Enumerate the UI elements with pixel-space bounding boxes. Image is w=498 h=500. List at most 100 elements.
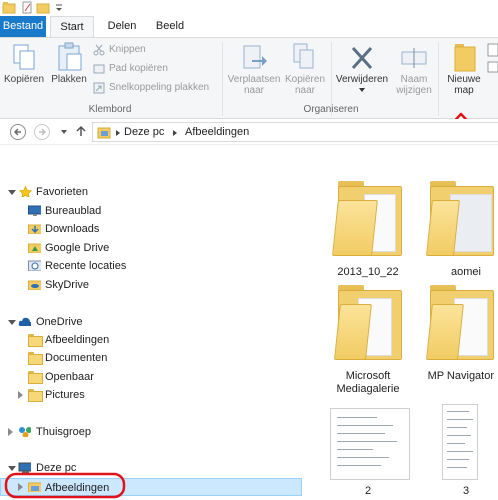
arrow-left-icon: [13, 128, 21, 136]
paste-button[interactable]: Plakken: [48, 42, 90, 85]
paste-shortcut-label: Snelkoppeling plakken: [109, 82, 210, 93]
ribbon: Kopiëren Plakken Knippen Pad kopiëren Sn…: [0, 37, 498, 119]
nav-item-onedrive-pictures-en[interactable]: Pictures: [0, 386, 300, 404]
file-name: Microsoft Mediagalerie: [336, 370, 400, 395]
copy-to-label-1: Kopiëren: [284, 74, 326, 85]
breadcrumb-this-pc[interactable]: Deze pc: [124, 126, 164, 138]
onedrive-cloud-icon: [18, 317, 31, 326]
file-item-2[interactable]: 2: [318, 404, 418, 500]
address-field[interactable]: Deze pc Afbeeldingen: [92, 122, 498, 142]
ribbon-tabs: Bestand Start Delen Beeld: [0, 16, 498, 38]
move-to-button[interactable]: Verplaatsen naar: [226, 42, 282, 96]
nav-item-label: SkyDrive: [45, 279, 90, 291]
file-name: 3: [462, 485, 470, 497]
back-button[interactable]: [10, 124, 26, 140]
paste-shortcut-button[interactable]: Snelkoppeling plakken: [93, 80, 209, 96]
file-name: aomei: [451, 266, 481, 278]
folder-icon: [28, 389, 43, 402]
up-arrow-icon[interactable]: [74, 124, 88, 138]
new-item-icon[interactable]: [486, 40, 498, 78]
new-folder-button[interactable]: Nieuwe map: [441, 42, 487, 96]
file-item-microsoft-mediagalerie[interactable]: Microsoft Mediagalerie: [318, 285, 418, 396]
nav-item-label: Pictures: [45, 389, 85, 401]
nav-item-label: Recente locaties: [45, 260, 127, 272]
rename-button[interactable]: Naam wijzigen: [392, 42, 436, 96]
clipboard-group-label: Klembord: [88, 104, 132, 115]
delete-button[interactable]: Verwijderen: [332, 42, 392, 96]
google-drive-icon: [28, 243, 41, 253]
file-name: MP Navigator E: [427, 370, 498, 382]
chevron-down-icon: [359, 88, 365, 92]
nav-favorites[interactable]: Favorieten: [0, 183, 300, 201]
file-item-mp-navigator[interactable]: MP Navigator E: [416, 285, 498, 396]
tab-view[interactable]: Beeld: [148, 16, 192, 37]
skydrive-icon: [28, 280, 41, 290]
homegroup-icon: [19, 427, 31, 437]
nav-homegroup[interactable]: Thuisgroep: [0, 423, 300, 441]
nav-item-label: Documenten: [45, 352, 108, 364]
file-item-3[interactable]: 3: [416, 404, 498, 500]
rename-label-2: wijzigen: [396, 85, 432, 96]
nav-item-downloads[interactable]: Downloads: [0, 220, 300, 238]
quick-access-toolbar: [0, 0, 498, 16]
cut-label: Knippen: [109, 44, 146, 55]
copy-button[interactable]: Kopiëren: [4, 42, 44, 85]
recent-locations-dropdown-icon[interactable]: [60, 129, 68, 135]
nav-item-onedrive-pictures[interactable]: Afbeeldingen: [0, 331, 300, 349]
copy-to-label-2: naar: [294, 85, 315, 96]
expand-icon[interactable]: [8, 428, 13, 436]
properties-icon[interactable]: [22, 1, 32, 14]
image-thumbnail-icon: [442, 404, 478, 480]
nav-item-desktop[interactable]: Bureaublad: [0, 202, 300, 220]
folder-thumbnail-icon: [332, 181, 402, 256]
star-icon: [19, 186, 32, 197]
nav-item-label: Google Drive: [45, 242, 110, 254]
file-name: 2013_10_22: [337, 266, 399, 278]
folder-icon[interactable]: [2, 1, 16, 14]
nav-item-onedrive-documents[interactable]: Documenten: [0, 349, 300, 367]
collapse-icon[interactable]: [8, 190, 16, 195]
cut-button[interactable]: Knippen: [93, 42, 146, 58]
collapse-icon[interactable]: [8, 320, 16, 325]
forward-button[interactable]: [34, 124, 50, 140]
folder-icon: [28, 371, 43, 384]
nav-item-skydrive[interactable]: SkyDrive: [0, 276, 300, 294]
file-item-2013-10-22[interactable]: 2013_10_22: [318, 180, 418, 280]
paste-shortcut-icon: [93, 82, 105, 94]
new-folder-icon[interactable]: [36, 1, 50, 14]
navigation-pane: Favorieten Bureaublad Downloads Google D…: [0, 146, 308, 500]
organize-group-label: Organiseren: [303, 104, 359, 115]
new-folder-icon: [454, 44, 476, 72]
copy-path-icon: [93, 64, 105, 74]
nav-item-label: Bureaublad: [45, 205, 102, 217]
customize-dropdown-icon[interactable]: [54, 1, 64, 14]
folder-icon: [28, 334, 43, 347]
nav-item-recent-places[interactable]: Recente locaties: [0, 257, 300, 275]
nav-homegroup-label: Thuisgroep: [36, 426, 92, 438]
move-to-label-2: naar: [243, 85, 264, 96]
tab-file[interactable]: Bestand: [0, 16, 46, 37]
collapse-icon[interactable]: [8, 466, 16, 471]
scissors-icon: [93, 44, 105, 56]
nav-onedrive[interactable]: OneDrive: [0, 313, 300, 331]
move-to-icon: [243, 45, 267, 69]
address-bar: Deze pc Afbeeldingen: [0, 119, 498, 145]
move-to-label-1: Verplaatsen: [227, 74, 281, 85]
file-item-aomei[interactable]: aomei: [416, 180, 498, 280]
copy-to-button[interactable]: Kopiëren naar: [282, 42, 328, 96]
ribbon-separator: [222, 42, 223, 116]
copy-path-button[interactable]: Pad kopiëren: [93, 61, 168, 77]
file-list: 2013_10_22 aomei Microsoft Mediagalerie …: [308, 146, 498, 500]
tab-start[interactable]: Start: [50, 16, 94, 38]
file-name: 2: [364, 485, 372, 497]
expand-icon[interactable]: [18, 391, 23, 399]
nav-item-google-drive[interactable]: Google Drive: [0, 239, 300, 257]
breadcrumb-pictures[interactable]: Afbeeldingen: [185, 126, 249, 138]
paste-label: Plakken: [51, 74, 87, 85]
tab-share[interactable]: Delen: [100, 16, 144, 37]
breadcrumb-separator-icon[interactable]: [115, 129, 121, 137]
nav-favorites-label: Favorieten: [36, 186, 88, 198]
nav-item-onedrive-public[interactable]: Openbaar: [0, 368, 300, 386]
pictures-folder-icon: [97, 127, 111, 139]
breadcrumb-separator-icon[interactable]: [172, 129, 178, 137]
